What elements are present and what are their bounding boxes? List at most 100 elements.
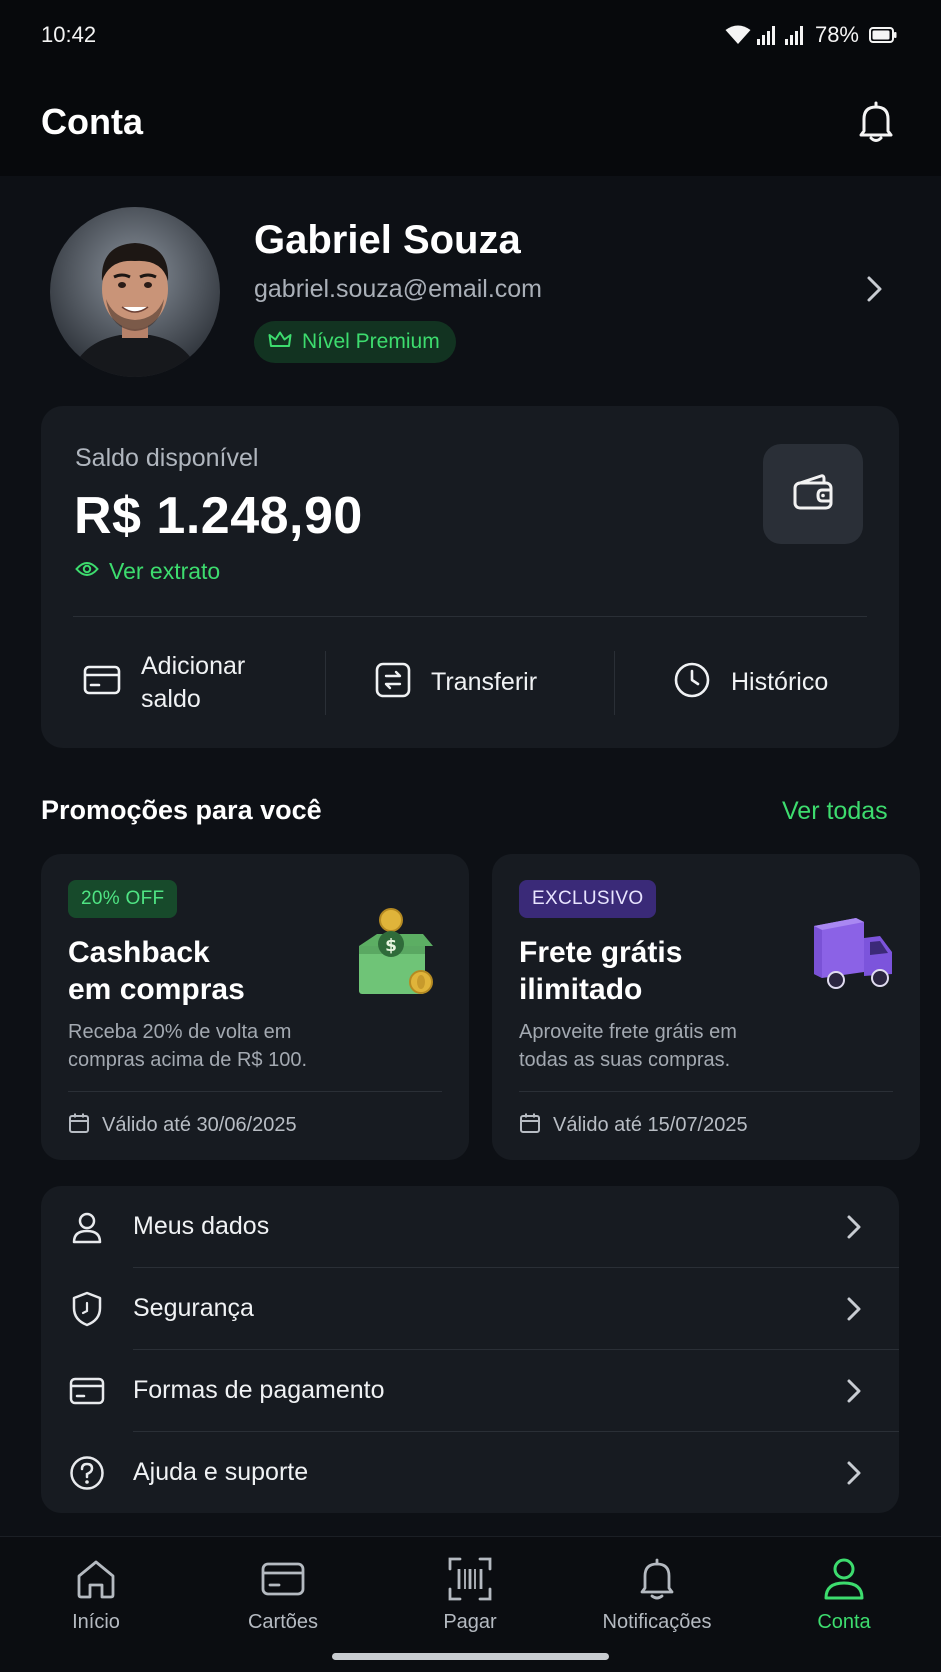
nav-pay-label: Pagar xyxy=(443,1611,497,1633)
nav-pay[interactable]: Pagar xyxy=(395,1555,545,1634)
notification-button[interactable] xyxy=(856,100,896,144)
menu-item-label: Meus dados xyxy=(133,1212,270,1240)
premium-badge: Nível Premium xyxy=(254,321,456,363)
wifi-icon xyxy=(725,25,751,45)
promo-desc-line2: compras acima de R$ 100. xyxy=(68,1049,308,1071)
nav-account-label: Conta xyxy=(817,1611,871,1633)
add-balance-label-line2: saldo xyxy=(141,684,201,713)
crown-icon xyxy=(268,330,292,355)
promo-badge: EXCLUSIVO xyxy=(519,880,657,918)
promo-divider xyxy=(68,1091,442,1092)
promo-description: Receba 20% de volta em compras acima de … xyxy=(68,1018,368,1074)
menu-item-security[interactable]: Segurança xyxy=(41,1268,899,1349)
chevron-right-icon xyxy=(844,1459,864,1487)
promo-validity-text: Válido até 30/06/2025 xyxy=(102,1114,297,1136)
user-icon xyxy=(69,1209,105,1245)
home-indicator[interactable] xyxy=(332,1653,609,1660)
nav-home-label: Início xyxy=(72,1611,120,1633)
svg-text:$: $ xyxy=(385,936,397,956)
home-icon xyxy=(72,1555,120,1603)
signal-icon-2 xyxy=(784,25,807,45)
credit-card-icon xyxy=(69,1373,105,1409)
nav-cards[interactable]: Cartões xyxy=(208,1555,358,1634)
premium-badge-label: Nível Premium xyxy=(302,330,440,353)
add-balance-label-line1: Adicionar xyxy=(141,651,246,680)
menu-item-my-data[interactable]: Meus dados xyxy=(41,1186,899,1267)
bottom-navigation: Início Cartões Pagar Notificações Conta xyxy=(0,1536,941,1672)
promo-validity: Válido até 30/06/2025 xyxy=(68,1112,297,1139)
promo-divider xyxy=(519,1091,893,1092)
promo-title-line1: Cashback xyxy=(68,936,210,969)
status-icons: 78% xyxy=(725,22,897,48)
promo-desc-line1: Receba 20% de volta em xyxy=(68,1021,292,1043)
promo-title-line2: ilimitado xyxy=(519,973,643,1006)
bell-icon xyxy=(856,101,896,148)
battery-percent: 78% xyxy=(814,22,859,47)
promo-badge: 20% OFF xyxy=(68,880,178,918)
bell-icon xyxy=(633,1555,681,1603)
balance-actions: Adicionar saldo Transferir Histórico xyxy=(41,617,899,748)
action-separator xyxy=(325,651,326,715)
barcode-scan-icon xyxy=(446,1555,494,1603)
cards-icon xyxy=(259,1555,307,1603)
chevron-right-icon xyxy=(844,1377,864,1405)
delivery-truck-illustration xyxy=(812,916,896,1001)
promotions-title: Promoções para você xyxy=(41,795,322,825)
promo-desc-line1: Aproveite frete grátis em xyxy=(519,1021,737,1043)
menu-item-label: Ajuda e suporte xyxy=(133,1458,309,1486)
nav-cards-label: Cartões xyxy=(247,1611,319,1633)
menu-item-payment-methods[interactable]: Formas de pagamento xyxy=(41,1350,899,1431)
action-separator xyxy=(614,651,615,715)
view-statement-label: Ver extrato xyxy=(109,558,221,584)
promo-title-line1: Frete grátis xyxy=(519,936,683,969)
signal-icon xyxy=(756,25,779,45)
menu-item-label: Segurança xyxy=(133,1294,254,1322)
promo-title: Frete grátis ilimitado xyxy=(519,934,799,1008)
chevron-right-icon xyxy=(864,276,886,308)
wallet-button[interactable] xyxy=(763,444,863,544)
clock-icon xyxy=(673,661,711,704)
profile-email: gabriel.souza@email.com xyxy=(254,275,543,303)
account-screen: 10:42 78% Conta Gabriel Souza gabriel.so… xyxy=(0,0,941,1672)
chevron-right-icon xyxy=(844,1295,864,1323)
promo-validity: Válido até 15/07/2025 xyxy=(519,1112,748,1139)
add-balance-button[interactable]: Adicionar saldo xyxy=(83,617,245,748)
nav-notifications-label: Notificações xyxy=(602,1611,712,1633)
promo-description: Aproveite frete grátis em todas as suas … xyxy=(519,1018,819,1074)
transfer-icon xyxy=(375,662,411,703)
shield-icon xyxy=(69,1291,105,1327)
eye-icon xyxy=(75,560,99,583)
calendar-icon xyxy=(68,1112,90,1139)
transfer-button[interactable]: Transferir xyxy=(375,617,537,748)
page-title: Conta xyxy=(41,101,143,142)
promo-desc-line2: todas as suas compras. xyxy=(519,1049,731,1071)
chevron-right-icon xyxy=(844,1213,864,1241)
menu-item-help-support[interactable]: Ajuda e suporte xyxy=(41,1432,899,1513)
nav-home[interactable]: Início xyxy=(21,1555,171,1634)
promo-card-free-shipping[interactable]: EXCLUSIVO Frete grátis ilimitado Aprovei… xyxy=(492,854,920,1160)
profile-chevron-button[interactable] xyxy=(864,274,886,304)
promo-validity-text: Válido até 15/07/2025 xyxy=(553,1114,748,1136)
balance-value: R$ 1.248,90 xyxy=(74,487,363,545)
see-all-promotions-link[interactable]: Ver todas xyxy=(782,797,888,826)
history-label: Histórico xyxy=(731,668,829,696)
help-icon xyxy=(69,1455,105,1491)
transfer-label: Transferir xyxy=(431,668,538,696)
money-box-illustration: $ xyxy=(353,906,439,1007)
promo-title-line2: em compras xyxy=(68,973,245,1006)
history-button[interactable]: Histórico xyxy=(673,617,828,748)
menu-item-label: Formas de pagamento xyxy=(133,1376,385,1404)
profile-icon xyxy=(820,1555,868,1603)
view-statement-link[interactable]: Ver extrato xyxy=(75,558,220,585)
wallet-icon xyxy=(791,472,835,517)
card-icon xyxy=(83,664,121,701)
status-bar: 10:42 78% xyxy=(0,0,941,72)
status-time: 10:42 xyxy=(41,22,97,47)
nav-notifications[interactable]: Notificações xyxy=(582,1555,732,1634)
promo-title: Cashback em compras xyxy=(68,934,348,1008)
avatar[interactable] xyxy=(50,207,220,377)
profile-name: Gabriel Souza xyxy=(254,218,521,262)
promo-card-cashback[interactable]: 20% OFF Cashback em compras Receba 20% d… xyxy=(41,854,469,1160)
balance-card: Saldo disponível R$ 1.248,90 Ver extrato… xyxy=(41,406,899,748)
nav-account[interactable]: Conta xyxy=(769,1555,919,1634)
